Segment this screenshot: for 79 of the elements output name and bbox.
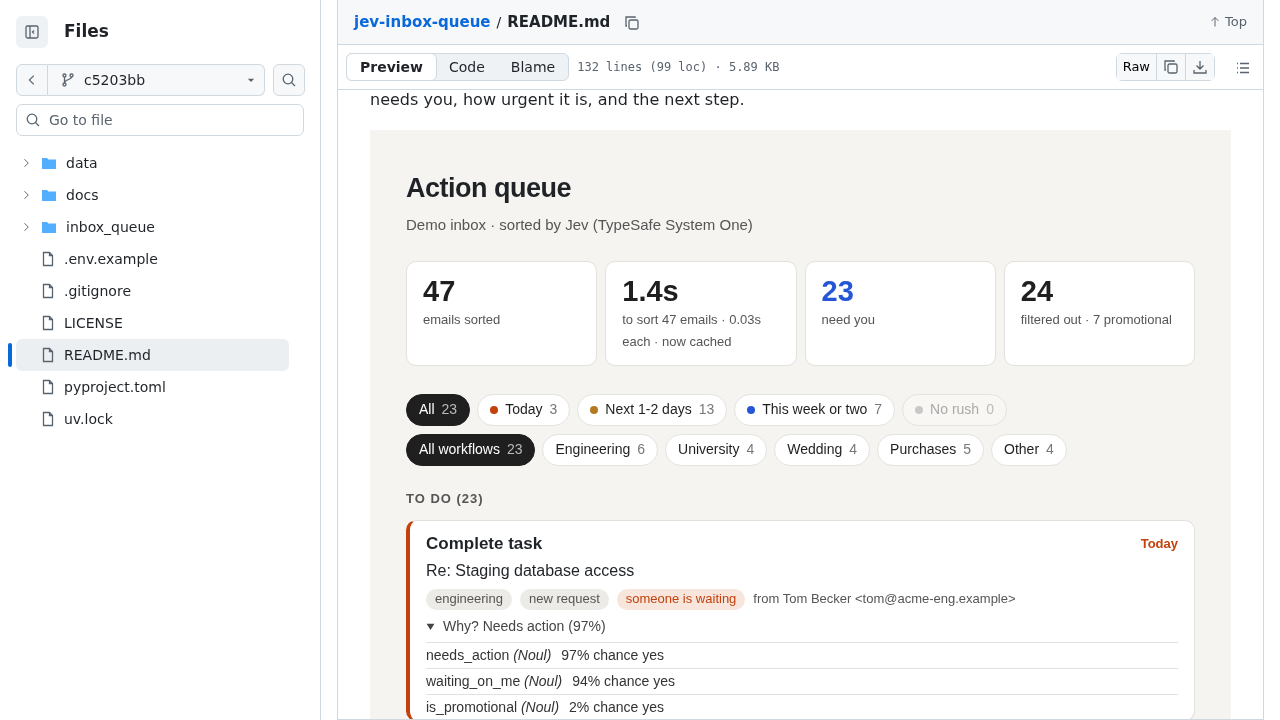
stat-value: 23 bbox=[821, 273, 855, 309]
file-icon bbox=[40, 283, 56, 299]
file-icon bbox=[40, 379, 56, 395]
caret-down-icon bbox=[426, 621, 435, 631]
why-toggle[interactable]: Why? Needs action (97%) bbox=[426, 615, 1178, 637]
arrow-up-icon bbox=[1209, 16, 1222, 28]
filter-chip[interactable]: All workflows 23 bbox=[406, 433, 536, 466]
branch-selector[interactable]: c5203bb bbox=[48, 64, 265, 96]
stat-value: 47 bbox=[423, 273, 457, 309]
filter-chip[interactable]: This week or two 7 bbox=[734, 393, 896, 426]
file-tree-item[interactable]: .gitignore bbox=[16, 275, 289, 307]
folder-icon bbox=[40, 187, 58, 203]
stat-value: 1.4s bbox=[622, 273, 680, 309]
download-button[interactable] bbox=[1186, 54, 1214, 80]
file-tree-item[interactable]: LICENSE bbox=[16, 307, 289, 339]
copy-icon bbox=[624, 14, 641, 31]
sidebar-toggle-button[interactable] bbox=[16, 16, 48, 48]
signal-name: needs_action (Noul) bbox=[426, 645, 552, 665]
due-label: Today bbox=[1140, 535, 1178, 554]
file-tree-item[interactable]: README.md bbox=[16, 339, 289, 371]
go-to-file-field[interactable]: Go to file bbox=[16, 104, 304, 136]
breadcrumb-separator: / bbox=[496, 12, 502, 32]
filter-chip[interactable]: Wedding 4 bbox=[774, 433, 871, 466]
sender-text: from Tom Becker <tom@acme-eng.example> bbox=[753, 590, 1016, 608]
file-icon bbox=[40, 411, 56, 427]
file-name: README.md bbox=[507, 11, 611, 33]
branch-icon bbox=[60, 72, 76, 88]
filter-chip[interactable]: Next 1-2 days 13 bbox=[577, 393, 728, 426]
filter-chip[interactable]: Purchases 5 bbox=[877, 433, 985, 466]
tag: engineering bbox=[426, 588, 512, 610]
folder-icon bbox=[40, 155, 58, 171]
file-tree-item[interactable]: .env.example bbox=[16, 243, 289, 275]
file-tree-item[interactable]: docs bbox=[16, 179, 289, 211]
copy-button[interactable] bbox=[1157, 54, 1186, 80]
section-heading: TO DO (23) bbox=[406, 489, 485, 508]
chance-value: 94% chance yes bbox=[572, 671, 675, 691]
preview-subtitle: Demo inbox · sorted by Jev (TypeSafe System One) bbox=[406, 215, 754, 236]
copy-icon bbox=[1163, 59, 1179, 75]
filter-chip[interactable]: Today 3 bbox=[477, 393, 571, 426]
file-tree-item[interactable]: data bbox=[16, 147, 289, 179]
file-tree-item[interactable]: pyproject.toml bbox=[16, 371, 289, 403]
stat-value: 24 bbox=[1020, 273, 1054, 309]
task-subject: Re: Staging database access bbox=[426, 560, 636, 581]
tag: someone is waiting bbox=[616, 588, 746, 610]
panel-icon bbox=[24, 24, 40, 40]
search-icon bbox=[281, 72, 297, 88]
repo-link[interactable]: jev-inbox-queue bbox=[354, 10, 491, 34]
chance-value: 2% chance yes bbox=[569, 697, 664, 717]
signal-name: waiting_on_me (Noul) bbox=[426, 671, 563, 691]
view-tab[interactable]: Code bbox=[436, 54, 498, 80]
paragraph: needs you, how urgent it is, and the next step. bbox=[370, 89, 746, 111]
stat-label: need you bbox=[821, 310, 876, 329]
sidebar-title: Files bbox=[64, 20, 109, 44]
file-icon bbox=[40, 315, 56, 331]
view-tab[interactable]: Preview bbox=[346, 53, 437, 81]
signal-name: is_promotional (Noul) bbox=[426, 697, 560, 717]
tag: new request bbox=[519, 588, 609, 610]
file-tree-item[interactable]: uv.lock bbox=[16, 403, 289, 435]
preview-title: Action queue bbox=[406, 172, 572, 205]
raw-button[interactable]: Raw bbox=[1116, 54, 1157, 80]
selection-indicator bbox=[8, 343, 12, 367]
download-icon bbox=[1192, 59, 1208, 75]
stat-label: emails sorted bbox=[423, 310, 502, 329]
top-link[interactable]: Top bbox=[1209, 12, 1247, 32]
search-button[interactable] bbox=[273, 64, 305, 96]
file-icon bbox=[40, 251, 56, 267]
file-info: 132 lines (99 loc) · 5.89 KB bbox=[577, 59, 780, 76]
filter-chip[interactable]: University 4 bbox=[665, 433, 768, 466]
filter-chip[interactable]: Other 4 bbox=[991, 433, 1067, 466]
file-icon bbox=[40, 347, 56, 363]
stat-label: to sort 47 emails · 0.03s each · now cached bbox=[622, 310, 762, 352]
folder-icon bbox=[40, 219, 58, 235]
view-tab[interactable]: Blame bbox=[497, 54, 569, 80]
task-title: Complete task bbox=[426, 533, 543, 556]
file-tree-item[interactable]: inbox_queue bbox=[16, 211, 289, 243]
filter-chip[interactable]: Engineering 6 bbox=[542, 433, 658, 466]
stat-label: filtered out · 7 promotional bbox=[1020, 310, 1173, 329]
filter-chip[interactable]: All 23 bbox=[406, 393, 471, 426]
chance-value: 97% chance yes bbox=[561, 645, 665, 665]
